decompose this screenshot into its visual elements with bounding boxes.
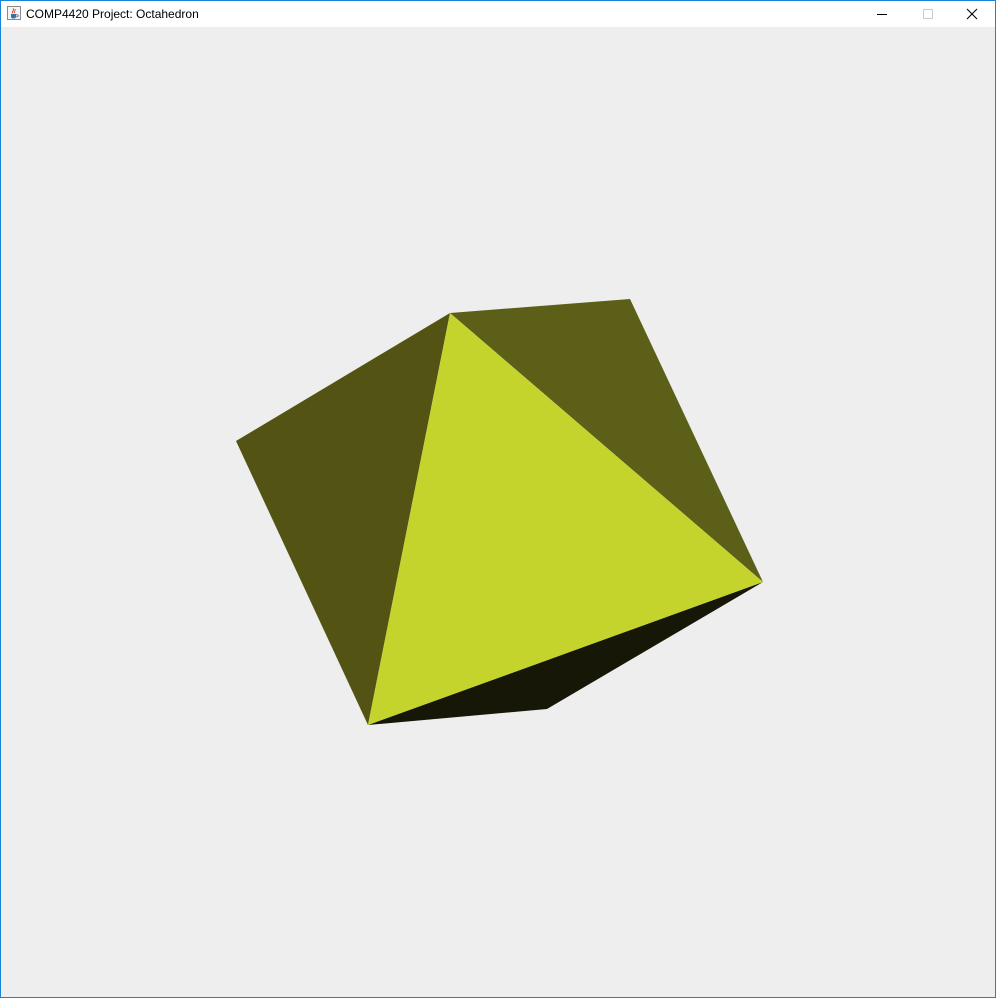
maximize-icon bbox=[922, 8, 934, 20]
window-title: COMP4420 Project: Octahedron bbox=[26, 7, 199, 21]
close-button[interactable] bbox=[949, 1, 995, 27]
java-cup-icon[interactable] bbox=[7, 6, 21, 20]
close-icon bbox=[966, 8, 978, 20]
minimize-button[interactable] bbox=[859, 1, 905, 27]
title-bar[interactable]: COMP4420 Project: Octahedron bbox=[1, 1, 995, 27]
app-window: COMP4420 Project: Octahedron bbox=[0, 0, 996, 998]
maximize-button[interactable] bbox=[905, 1, 951, 27]
octahedron-render bbox=[236, 299, 763, 725]
render-canvas[interactable] bbox=[1, 27, 995, 997]
minimize-icon bbox=[876, 8, 888, 20]
